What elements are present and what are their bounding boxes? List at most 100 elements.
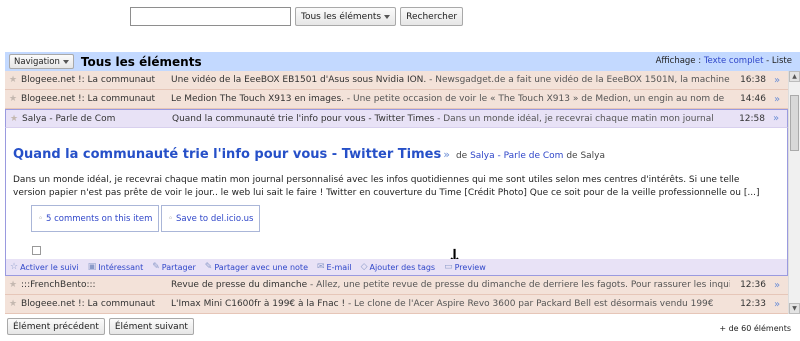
share-with-note-label: Partager avec une note	[214, 262, 308, 272]
follow-action[interactable]: ☆ Activer le suivi	[10, 262, 79, 272]
note-icon: ✎	[204, 262, 213, 272]
like-icon: ▣	[87, 262, 97, 272]
item-source: Blogeee.net !: La communaut	[21, 75, 156, 85]
list-view-link[interactable]: Liste	[772, 56, 792, 66]
item-title: L'Imax Mini C1600fr à 199€ à la Fnac !	[171, 299, 346, 309]
list-header: Navigation Tous les éléments Affichage :…	[5, 52, 800, 71]
like-action[interactable]: ▣ Intéressant	[88, 262, 143, 272]
scroll-up-icon[interactable]: ▲	[789, 71, 800, 82]
share-icon: ✎	[152, 262, 160, 272]
chevron-down-icon	[384, 14, 391, 19]
item-date: 14:46	[740, 94, 766, 104]
email-label: E-mail	[326, 262, 352, 272]
source-link[interactable]: Salya - Parle de Com	[470, 151, 563, 161]
next-item-button[interactable]: Élément suivant	[108, 318, 194, 335]
entry-header: Quand la communauté trie l'info pour vou…	[13, 147, 605, 162]
entry-author: Salya	[580, 151, 606, 161]
list-item[interactable]: ★ :::FrenchBento::: Revue de presse du d…	[5, 276, 788, 295]
display-separator: -	[763, 56, 772, 66]
item-source: Salya - Parle de Com	[22, 113, 116, 124]
entry-title-link[interactable]: Quand la communauté trie l'info pour vou…	[13, 147, 441, 162]
item-title: Quand la communauté trie l'info pour vou…	[172, 113, 435, 124]
item-snippet: - Le clone de l'Acer Aspire Revo 3600 pa…	[345, 299, 714, 309]
scrollbar-thumb[interactable]	[790, 95, 799, 151]
comments-label: 5 comments on this item	[46, 213, 153, 224]
display-options: Affichage : Texte complet - Liste	[656, 56, 792, 66]
open-link-icon[interactable]: »	[766, 94, 788, 105]
item-title-cell: L'Imax Mini C1600fr à 199€ à la Fnac ! -…	[171, 299, 730, 309]
previous-item-button[interactable]: Élément précédent	[7, 318, 105, 335]
search-input[interactable]	[130, 7, 291, 26]
share-label: Partager	[161, 262, 196, 272]
list-item[interactable]: ★ Blogeee.net !: La communaut Une vidéo …	[5, 71, 788, 90]
item-title-cell: Une vidéo de la EeeBOX EB1501 d'Asus sou…	[171, 75, 730, 85]
star-icon[interactable]: ★	[6, 114, 22, 124]
navigation-dropdown[interactable]: Navigation	[9, 54, 74, 69]
entry-actions-bar: ☆ Activer le suivi ▣ Intéressant ✎ Partager…	[6, 259, 787, 275]
item-source: :::FrenchBento:::	[21, 280, 96, 290]
expanded-entry: Quand la communauté trie l'info pour vou…	[5, 128, 788, 276]
open-link-icon[interactable]: »	[766, 75, 788, 86]
page-title: Tous les éléments	[80, 54, 202, 69]
item-date: 12:33	[740, 299, 766, 309]
item-title-cell: Le Medion The Touch X913 en images. - Un…	[171, 94, 730, 104]
item-snippet: - Une petite occasion de voir le « The T…	[344, 94, 725, 104]
search-button[interactable]: Rechercher	[400, 7, 464, 26]
email-icon: ✉	[316, 262, 325, 272]
display-label: Affichage :	[655, 56, 702, 66]
add-tags-label: Ajouter des tags	[369, 262, 436, 272]
share-action[interactable]: ✎ Partager	[152, 262, 196, 272]
email-action[interactable]: ✉ E-mail	[317, 262, 352, 272]
external-link-icon[interactable]: »	[443, 148, 450, 161]
bullet-icon: ◦	[38, 213, 44, 224]
list-scrollbar[interactable]: ▲ ▼	[788, 71, 800, 314]
open-link-icon[interactable]: »	[765, 113, 787, 124]
preview-action[interactable]: ▭ Preview	[444, 262, 486, 272]
list-item[interactable]: ★ Blogeee.net !: La communaut Le Medion …	[5, 90, 788, 109]
item-list: ★ Blogeee.net !: La communaut Une vidéo …	[5, 71, 788, 314]
search-bar: Tous les éléments Rechercher	[130, 7, 464, 26]
star-icon[interactable]: ★	[5, 75, 21, 85]
entry-checkbox[interactable]	[32, 246, 41, 255]
item-title: Une vidéo de la EeeBOX EB1501 d'Asus sou…	[171, 75, 427, 85]
star-icon[interactable]: ★	[5, 94, 21, 104]
star-outline-icon: ☆	[10, 262, 19, 272]
item-snippet: - Dans un monde idéal, je recevrai chaqu…	[434, 113, 714, 124]
preview-icon: ▭	[444, 262, 453, 272]
open-link-icon[interactable]: »	[766, 280, 788, 291]
item-source: Blogeee.net !: La communaut	[21, 299, 156, 309]
list-item[interactable]: ★ Blogeee.net !: La communaut L'Imax Min…	[5, 295, 788, 314]
like-label: Intéressant	[98, 262, 144, 272]
item-title: Le Medion The Touch X913 en images.	[171, 94, 345, 104]
add-tags-action[interactable]: ◇ Ajouter des tags	[361, 262, 435, 272]
item-date: 12:36	[740, 280, 766, 290]
star-icon[interactable]: ★	[5, 299, 21, 309]
search-scope-dropdown[interactable]: Tous les éléments	[295, 7, 397, 26]
search-scope-label: Tous les éléments	[301, 11, 382, 22]
item-date: 12:58	[739, 113, 765, 124]
entry-byline: de Salya - Parle de Com de Salya	[456, 151, 605, 161]
byline-mid: de	[566, 151, 578, 161]
follow-label: Activer le suivi	[20, 262, 79, 272]
item-snippet: - Allez, une petite revue de presse du d…	[307, 280, 730, 290]
scroll-down-icon[interactable]: ▼	[789, 303, 800, 314]
chevron-down-icon	[62, 59, 69, 64]
full-text-view-link[interactable]: Texte complet	[704, 56, 764, 66]
item-title-cell: Revue de presse du dimanche - Allez, une…	[171, 280, 730, 290]
list-item-active[interactable]: ★ Salya - Parle de Com Quand la communau…	[5, 109, 788, 128]
footer-nav: Élément précédent Élément suivant	[7, 318, 194, 335]
preview-label: Preview	[454, 262, 486, 272]
comments-button[interactable]: ◦ 5 comments on this item	[31, 205, 160, 232]
navigation-label: Navigation	[14, 56, 60, 67]
item-count: + de 60 éléments	[719, 324, 791, 333]
item-source: Blogeee.net !: La communaut	[21, 94, 156, 104]
share-with-note-action[interactable]: ✎ Partager avec une note	[205, 262, 308, 272]
item-title: Revue de presse du dimanche	[171, 280, 308, 290]
open-link-icon[interactable]: »	[766, 299, 788, 310]
delicious-button[interactable]: ◦ Save to del.icio.us	[161, 205, 261, 232]
star-icon[interactable]: ★	[5, 280, 21, 290]
item-title-cell: Quand la communauté trie l'info pour vou…	[172, 114, 729, 124]
item-date: 16:38	[740, 75, 766, 85]
tag-icon: ◇	[360, 262, 368, 272]
byline-prefix: de	[455, 151, 468, 161]
